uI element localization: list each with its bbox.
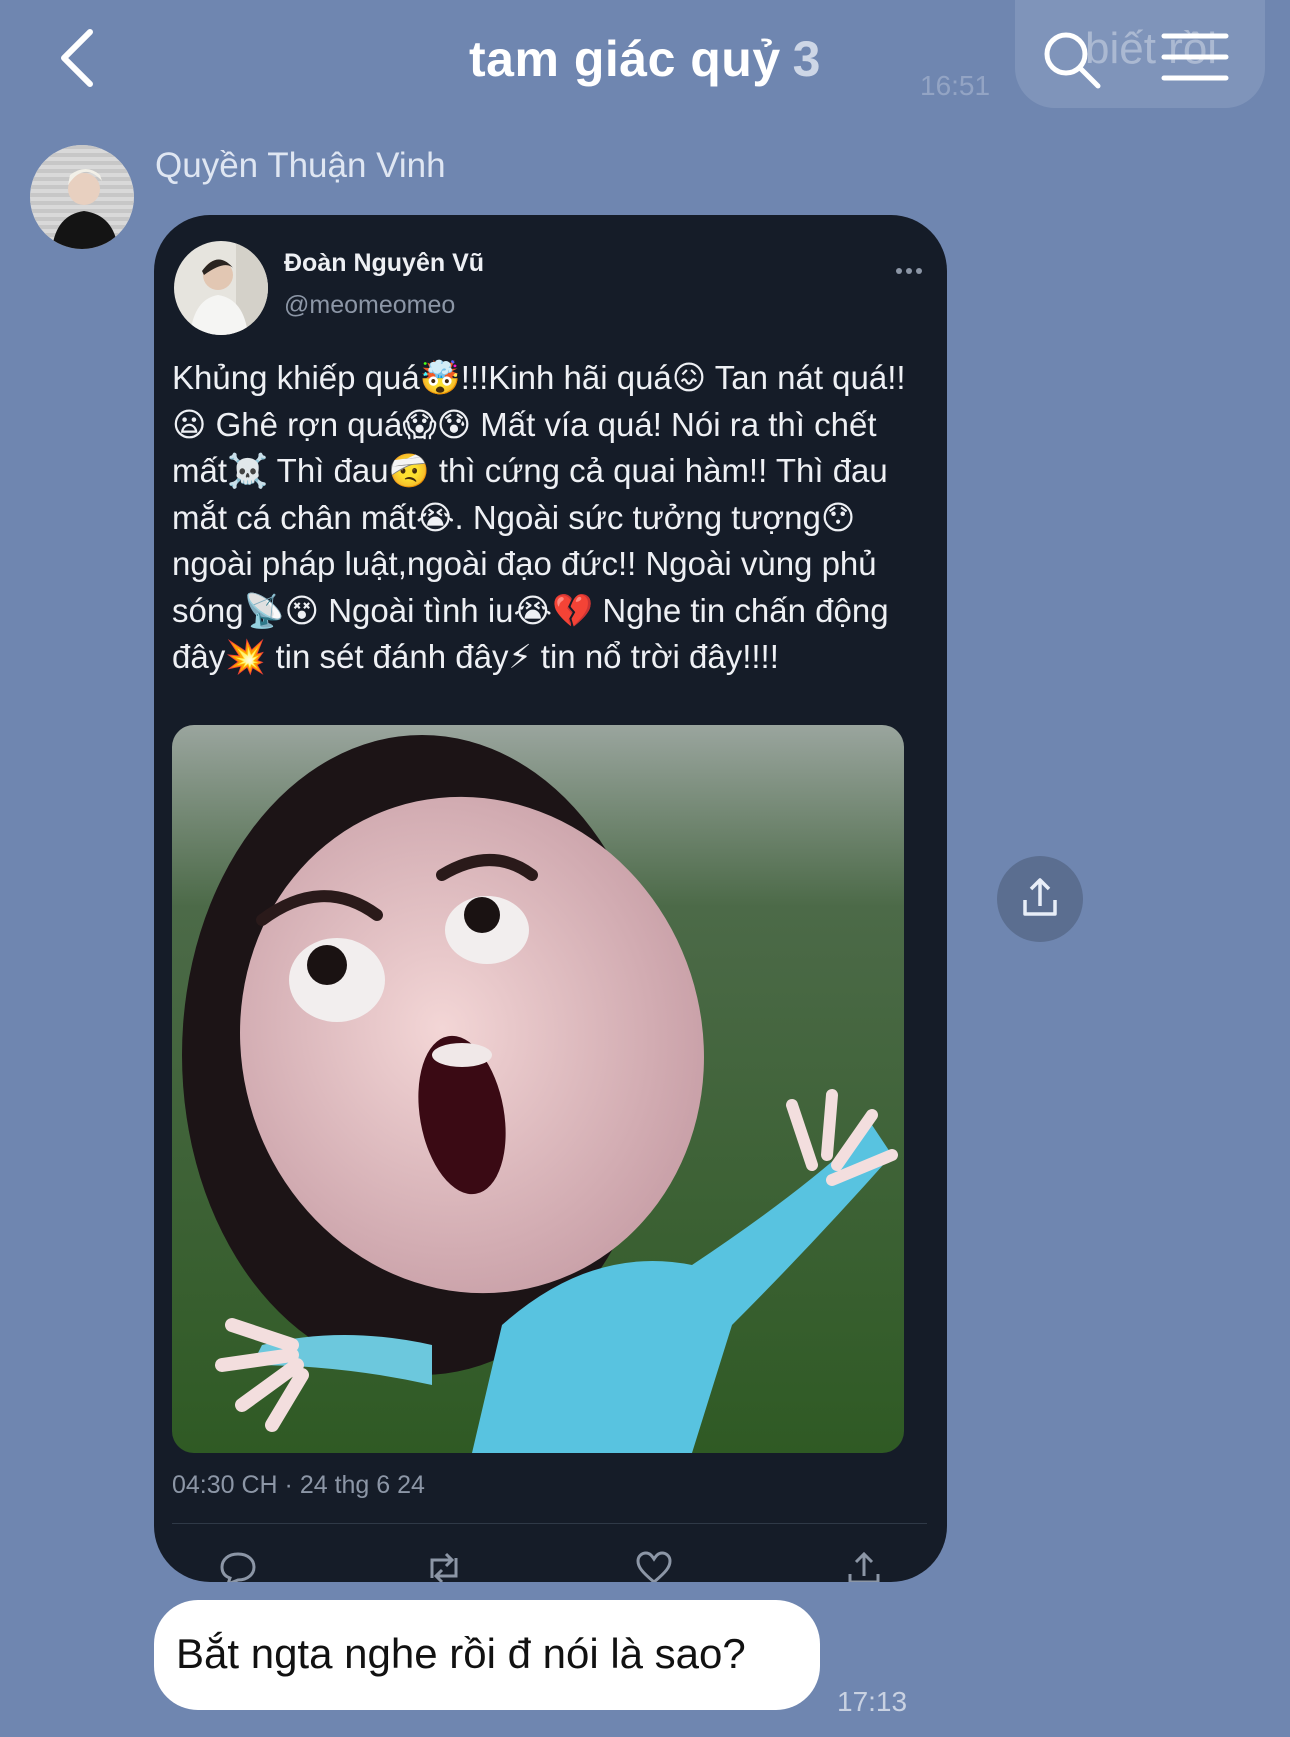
menu-icon[interactable] bbox=[1160, 30, 1230, 84]
share-icon bbox=[1023, 878, 1057, 916]
tweet-text: Khủng khiếp quá🤯!!!Kinh hãi quá😖 Tan nát… bbox=[172, 359, 906, 675]
retweet-icon[interactable] bbox=[424, 1550, 464, 1582]
search-icon[interactable] bbox=[1040, 28, 1104, 92]
member-count: 3 bbox=[792, 31, 821, 87]
tweet-author-name: Đoàn Nguyên Vũ bbox=[284, 249, 485, 277]
message-bubble[interactable]: Bắt ngta nghe rồi đ nói là sao? bbox=[154, 1600, 820, 1710]
tweet-image[interactable] bbox=[172, 725, 904, 1453]
tweet-divider bbox=[172, 1523, 927, 1524]
tweet-timestamp: 04:30 CH · 24 thg 6 24 bbox=[172, 1471, 425, 1499]
tweet-author-avatar bbox=[174, 241, 268, 335]
tweet-card[interactable]: Đoàn Nguyên Vũ @meomeomeo Khủng khiếp qu… bbox=[154, 215, 947, 1582]
like-icon[interactable] bbox=[634, 1550, 674, 1582]
tweet-author-handle: @meomeomeo bbox=[284, 291, 456, 319]
sender-avatar[interactable] bbox=[30, 145, 134, 249]
share-icon[interactable] bbox=[844, 1550, 884, 1582]
reply-icon[interactable] bbox=[218, 1550, 258, 1582]
sender-name: Quyền Thuận Vinh bbox=[155, 146, 446, 185]
more-options-icon[interactable] bbox=[894, 263, 924, 274]
message-time: 17:13 bbox=[837, 1686, 908, 1717]
chat-name: tam giác quỷ bbox=[469, 31, 781, 87]
share-message-button[interactable] bbox=[997, 856, 1083, 942]
message-text: Bắt ngta nghe rồi đ nói là sao? bbox=[176, 1630, 746, 1677]
